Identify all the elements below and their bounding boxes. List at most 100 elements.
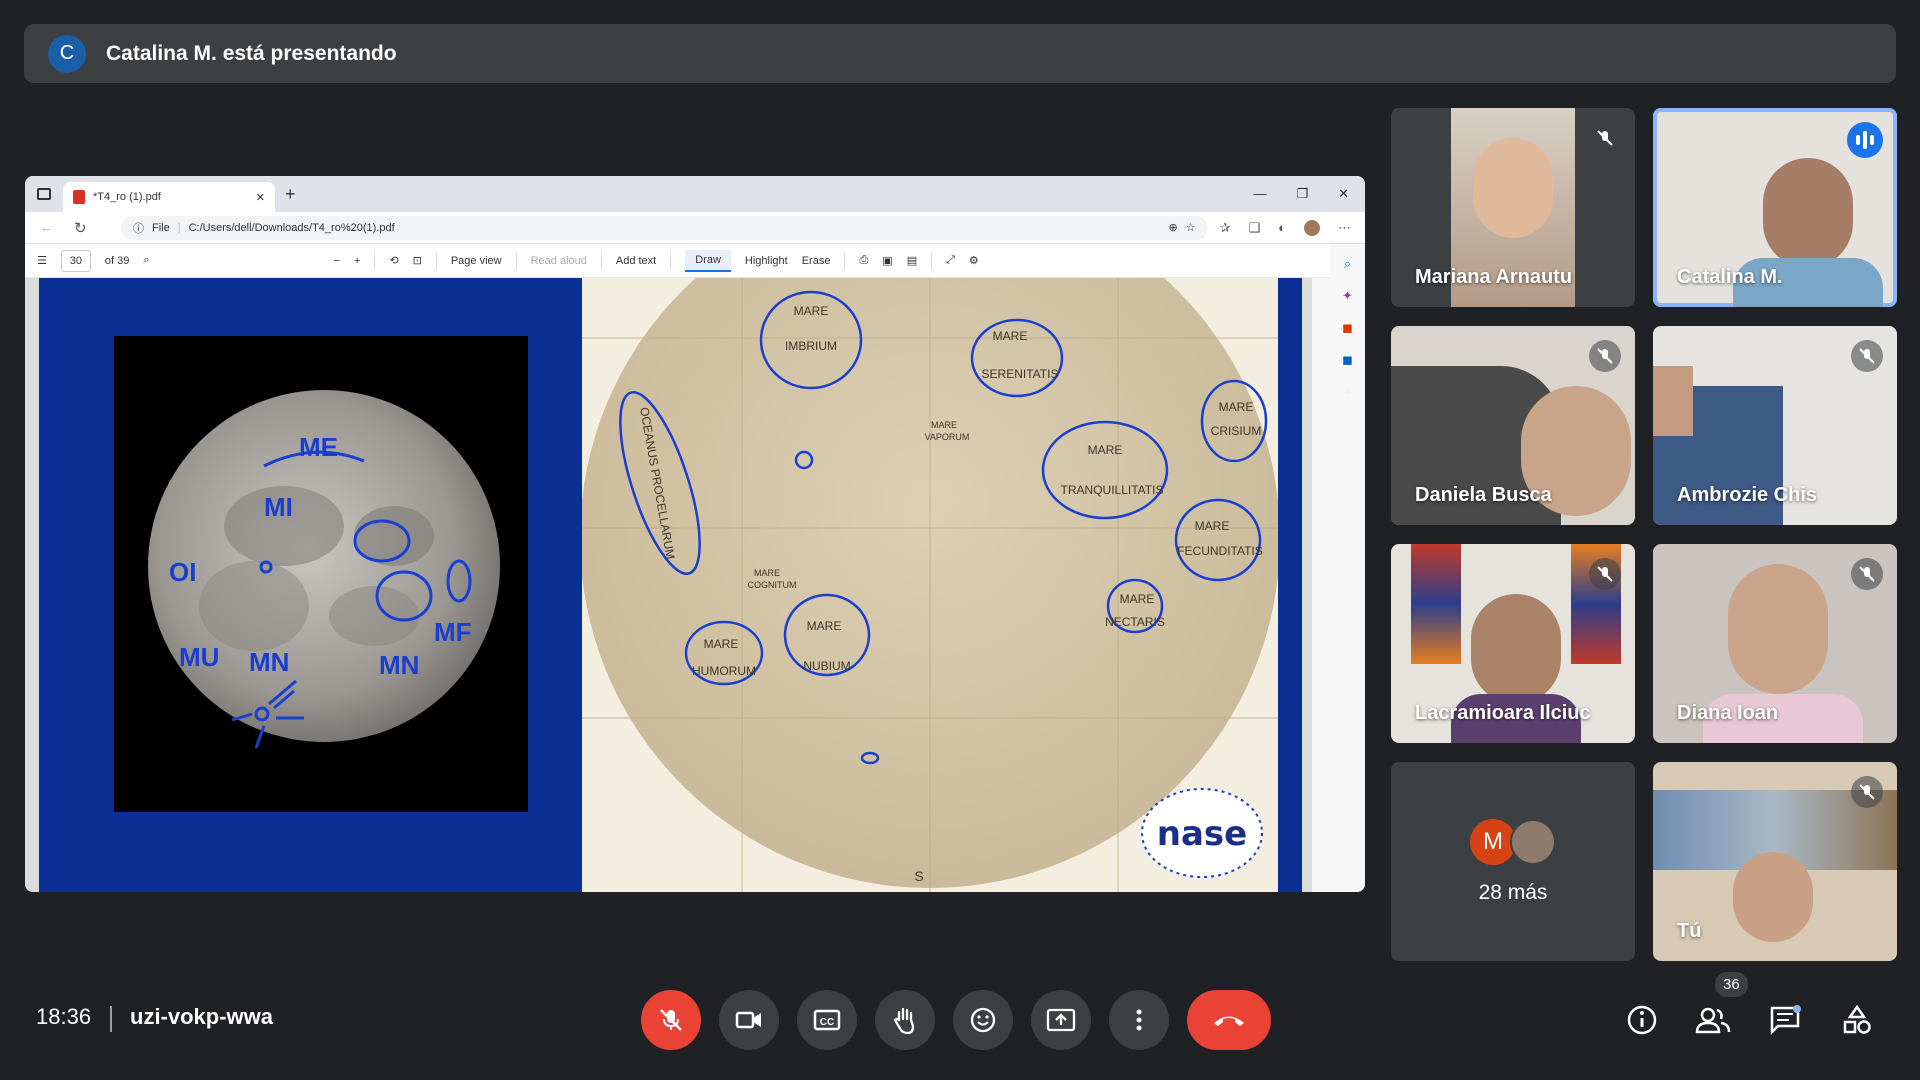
address-bar[interactable]: ⓘ File | C:/Users/dell/Downloads/T4_ro%2… (121, 215, 1208, 240)
sidebar-office-icon[interactable]: ◼ (1342, 320, 1353, 336)
participant-name: Tú (1677, 920, 1702, 942)
close-window-icon[interactable]: ✕ (1338, 186, 1349, 202)
participant-tile[interactable]: Daniela Busca (1391, 326, 1635, 525)
zoom-icon[interactable]: ⊕ (1168, 221, 1177, 234)
label-vaporum: VAPORUM (925, 432, 970, 442)
save-as-icon[interactable]: ▤ (907, 254, 917, 267)
settings-icon[interactable]: ⚙ (969, 254, 979, 267)
fullscreen-icon[interactable]: ⤢ (946, 254, 955, 267)
pdf-scrollbar[interactable] (1312, 278, 1330, 892)
divider (110, 1006, 112, 1032)
tab-actions-icon[interactable] (37, 188, 51, 200)
mic-off-icon (660, 1009, 682, 1031)
new-tab-icon[interactable]: + (285, 184, 296, 205)
raise-hand-button[interactable] (875, 990, 935, 1050)
window-controls: — ❐ ✕ (1253, 186, 1365, 202)
meeting-time: 18:36 (36, 1004, 92, 1029)
meeting-info-button[interactable] (1620, 998, 1664, 1042)
page-view-button[interactable]: Page view (451, 255, 502, 267)
participant-video (1728, 564, 1828, 694)
contents-icon[interactable]: ☰ (37, 254, 47, 267)
erase-button[interactable]: Erase (802, 255, 831, 267)
hand-icon (893, 1007, 915, 1034)
participant-avatar-photo (1510, 818, 1556, 865)
add-text-button[interactable]: Add text (616, 255, 656, 267)
info-icon: ⓘ (133, 222, 144, 235)
present-button[interactable] (1031, 990, 1091, 1050)
presenter-text: Catalina M. está presentando (106, 41, 397, 65)
zoom-in-icon[interactable]: + (354, 255, 360, 267)
participant-tile[interactable]: Ambrozie Chis (1653, 326, 1897, 525)
participant-tile[interactable]: Lacramioara Ilciuc (1391, 544, 1635, 743)
participant-tile[interactable]: Mariana Arnautu (1391, 108, 1635, 307)
mic-off-icon (1589, 558, 1621, 590)
captions-button[interactable]: CC (797, 990, 857, 1050)
activities-button[interactable] (1835, 998, 1879, 1042)
copilot-icon[interactable]: ◐ (1278, 220, 1286, 236)
rotate-icon[interactable]: ⟲ (389, 254, 398, 267)
sidebar-outlook-icon[interactable]: ◼ (1342, 352, 1353, 368)
reactions-button[interactable] (953, 990, 1013, 1050)
label-mare-humorum: MARE (704, 637, 739, 651)
fit-icon[interactable]: ⊡ (413, 254, 422, 267)
more-count: 28 más (1478, 880, 1548, 904)
collections-icon[interactable]: ❏ (1248, 220, 1260, 236)
label-serenitatis: SERENITATIS (982, 367, 1059, 381)
participant-name: Lacramioara Ilciuc (1415, 702, 1591, 724)
more-vert-icon (1136, 1009, 1142, 1031)
page-input[interactable]: 30 (60, 249, 91, 272)
favorite-icon[interactable]: ☆ (1186, 221, 1196, 234)
nase-logo: nase (1141, 788, 1263, 878)
mic-off-icon (1851, 558, 1883, 590)
restore-icon[interactable]: ❐ (1296, 186, 1308, 202)
mic-toggle-button[interactable] (641, 990, 701, 1050)
participant-tile[interactable]: Catalina M. (1653, 108, 1897, 307)
print-icon[interactable]: ⎙ (859, 254, 868, 267)
zoom-out-icon[interactable]: − (334, 255, 340, 267)
draw-button[interactable]: Draw (685, 249, 731, 272)
close-tab-icon[interactable]: ✕ (256, 191, 265, 204)
self-tile[interactable]: Tú (1653, 762, 1897, 961)
label-fecunditatis: FECUNDITATIS (1177, 544, 1263, 558)
avatar-icon[interactable] (1304, 219, 1320, 236)
hang-up-icon (1214, 1016, 1244, 1026)
label-mare-nubium: MARE (807, 619, 842, 633)
highlight-button[interactable]: Highlight (745, 255, 788, 267)
find-icon[interactable]: ⌕ (143, 254, 149, 267)
label-mare-vaporum: MARE (931, 420, 957, 430)
label-imbrium: IMBRIUM (785, 339, 837, 353)
chat-icon (1770, 1005, 1801, 1035)
label-south: S (914, 868, 923, 884)
chat-button[interactable] (1763, 998, 1807, 1042)
slide-edge (1278, 278, 1302, 892)
label-tranquillitatis: TRANQUILLITATIS (1061, 483, 1164, 497)
annotation-mn2: MN (379, 650, 419, 680)
camera-toggle-button[interactable] (719, 990, 779, 1050)
label-mare-serenitatis: MARE (993, 329, 1028, 343)
people-button[interactable] (1691, 998, 1735, 1042)
browser-tab[interactable]: *T4_ro (1).pdf ✕ (63, 182, 275, 212)
more-participants-tile[interactable]: M 28 más (1391, 762, 1635, 961)
save-icon[interactable]: ▣ (882, 254, 892, 267)
leave-call-button[interactable] (1187, 990, 1271, 1050)
info-icon (1627, 1005, 1657, 1035)
favorites-icon[interactable]: ✰ (1220, 220, 1231, 236)
presenter-avatar: C (48, 34, 86, 73)
annotation-me: ME (299, 432, 338, 462)
participant-tile[interactable]: Diana Ioan (1653, 544, 1897, 743)
sidebar-search-icon[interactable]: ⌕ (1344, 256, 1351, 272)
sidebar-copilot-icon[interactable]: ✦ (1342, 288, 1353, 304)
more-options-button[interactable] (1109, 990, 1169, 1050)
sidebar-add-icon[interactable]: + (1344, 384, 1352, 399)
present-icon (1046, 1008, 1076, 1032)
read-aloud-button[interactable]: Read aloud (531, 255, 587, 267)
menu-icon[interactable]: ⋯ (1338, 220, 1351, 236)
refresh-icon[interactable]: ↻ (74, 219, 87, 237)
svg-text:CC: CC (820, 1017, 834, 1028)
label-cognitum: COGNITUM (748, 580, 797, 590)
minimize-icon[interactable]: — (1253, 186, 1266, 202)
speaking-indicator-icon (1847, 122, 1883, 158)
annotation-mf: MF (434, 617, 472, 647)
shared-screen: *T4_ro (1).pdf ✕ + — ❐ ✕ ← ↻ ⓘ File | C:… (25, 176, 1365, 892)
back-icon[interactable]: ← (39, 219, 54, 237)
